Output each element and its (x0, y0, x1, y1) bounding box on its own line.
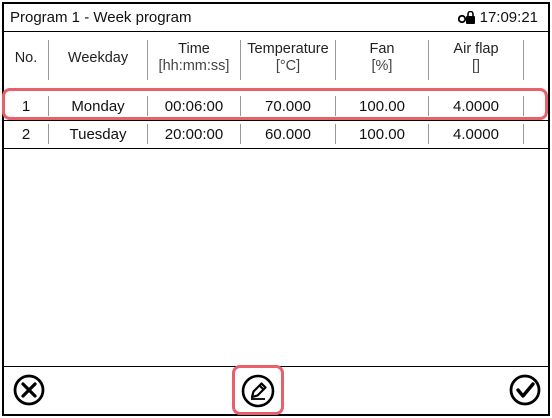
cell-temperature: 60.000 (265, 125, 311, 143)
column-label: Weekday (67, 49, 129, 66)
bottom-toolbar (4, 365, 548, 415)
column-divider (335, 96, 336, 116)
page-title: Program 1 - Week program (10, 9, 192, 26)
column-header-air-flap: Air flap [] (429, 32, 523, 84)
column-divider (48, 124, 49, 144)
column-label: Air flap (453, 41, 499, 57)
column-divider (335, 124, 336, 144)
column-divider (147, 96, 148, 116)
cancel-icon[interactable] (12, 373, 46, 407)
column-unit: [°C] (275, 58, 301, 74)
column-divider (523, 124, 524, 144)
program-editor-screen: Program 1 - Week program 17:09:21 No. We… (2, 2, 550, 416)
column-divider (428, 96, 429, 116)
column-divider (428, 124, 429, 144)
table-row[interactable]: 2 Tuesday 20:00:00 60.000 100.00 4.0000 (4, 121, 548, 147)
column-label: Fan (369, 41, 395, 57)
column-divider (240, 40, 241, 80)
column-divider (523, 96, 524, 116)
column-header-fan: Fan [%] (336, 32, 428, 84)
column-header-temperature: Temperature [°C] (241, 32, 335, 84)
column-label: No. (14, 49, 38, 66)
cell-weekday: Tuesday (69, 125, 127, 143)
column-header-weekday: Weekday (49, 32, 147, 84)
clock-time: 17:09:21 (479, 9, 538, 26)
column-divider (147, 40, 148, 80)
cell-temperature: 70.000 (265, 97, 311, 115)
column-header-time: Time [hh:mm:ss] (148, 32, 240, 84)
lock-icon (457, 10, 475, 24)
column-divider (428, 40, 429, 80)
column-divider (240, 124, 241, 144)
column-divider (335, 40, 336, 80)
cell-no: 1 (21, 97, 31, 115)
confirm-check-icon[interactable] (508, 373, 542, 407)
column-unit: [] (471, 58, 481, 74)
cell-time: 20:00:00 (164, 125, 224, 143)
cell-fan: 100.00 (359, 125, 405, 143)
column-header-no: No. (4, 32, 48, 84)
table-row[interactable]: 1 Monday 00:06:00 70.000 100.00 4.0000 (4, 93, 548, 119)
edit-pencil-icon[interactable] (236, 369, 280, 413)
clock: 17:09:21 (457, 9, 538, 26)
column-divider (147, 124, 148, 144)
column-label: Temperature (247, 41, 329, 57)
cell-air-flap: 4.0000 (453, 97, 499, 115)
column-divider (48, 40, 49, 80)
cell-no: 2 (21, 125, 31, 143)
cell-air-flap: 4.0000 (453, 125, 499, 143)
column-unit: [hh:mm:ss] (158, 58, 230, 74)
cell-weekday: Monday (71, 97, 125, 115)
column-divider (48, 96, 49, 116)
title-bar: Program 1 - Week program 17:09:21 (4, 4, 548, 32)
cell-time: 00:06:00 (164, 97, 224, 115)
column-divider (240, 96, 241, 116)
row-divider (4, 148, 548, 149)
cell-fan: 100.00 (359, 97, 405, 115)
column-divider (523, 40, 524, 80)
column-label: Time (178, 41, 210, 57)
column-unit: [%] (371, 58, 393, 74)
table-header: No. Weekday Time [hh:mm:ss] Temperature … (4, 32, 548, 84)
